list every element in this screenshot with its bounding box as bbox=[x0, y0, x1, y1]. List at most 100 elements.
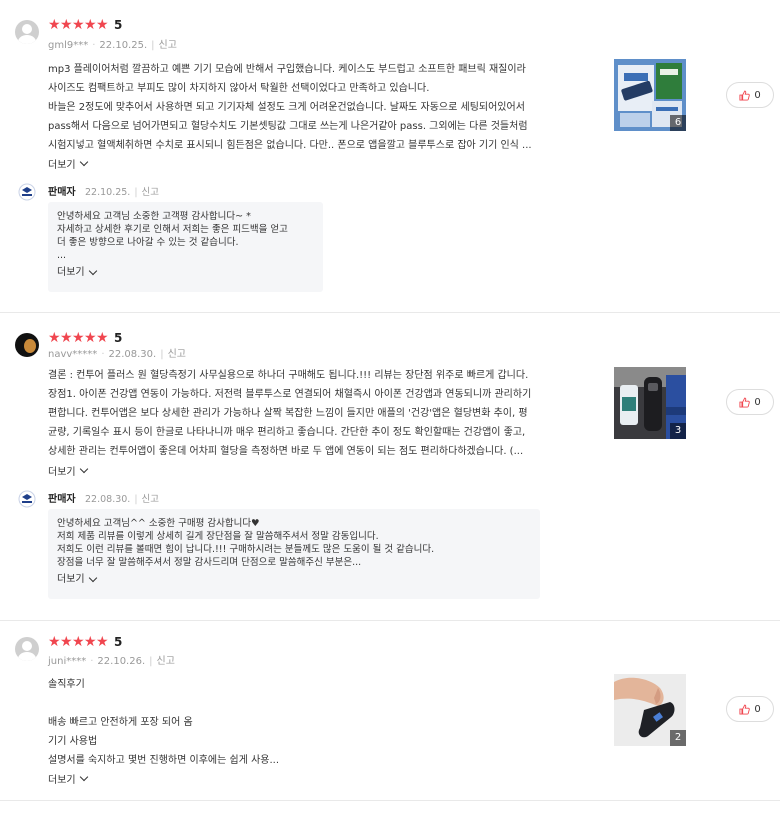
star-rating: ★ ★ ★ ★ ★ 5 bbox=[48, 17, 122, 33]
star-rating: ★ ★ ★ ★ ★ 5 bbox=[48, 330, 122, 346]
report-link[interactable]: 신고 bbox=[142, 187, 159, 198]
seller-reply-line: 저희 제품 리뷰를 이렇게 상세히 길게 장단점을 잘 말씀해주셔서 정말 감동… bbox=[57, 531, 379, 542]
review-item: ★ ★ ★ ★ ★ 5 gml9*** · 22.10.25. | 신고 mp3 플레이어처럼 … bbox=[0, 0, 780, 313]
star-icon: ★ bbox=[72, 634, 85, 650]
chevron-down-icon bbox=[88, 573, 97, 582]
star-icon: ★ bbox=[48, 330, 61, 346]
star-icon: ★ bbox=[84, 634, 97, 650]
seller-reply-line: 더 좋은 방향으로 나아갈 수 있는 것 같습니다. bbox=[57, 237, 239, 248]
review-text-line: 장점1. 아이폰 건강앱 연동이 가능하다. 저전력 블루투스로 연결되어 채혈… bbox=[48, 389, 532, 400]
report-link[interactable]: 신고 bbox=[159, 40, 177, 51]
review-text-line: 설명서를 숙지하고 몇번 진행하면 이후에는 쉽게 사용... bbox=[48, 755, 280, 766]
chevron-down-icon bbox=[79, 772, 88, 781]
star-icon: ★ bbox=[96, 634, 109, 650]
review-text-line: 솔직후기 bbox=[48, 679, 85, 690]
more-label: 더보기 bbox=[48, 775, 76, 786]
photo-count: 6 bbox=[670, 115, 686, 131]
more-label: 더보기 bbox=[57, 574, 85, 585]
seller-reply-date: 22.08.30. bbox=[85, 494, 131, 505]
more-label: 더보기 bbox=[48, 467, 76, 478]
seller-reply-line: 자세하고 상세한 후기로 인해서 저희는 좋은 피드백을 얻고 bbox=[57, 224, 288, 235]
seller-reply-meta: 22.08.30. | 신고 bbox=[85, 494, 160, 505]
review-text-line bbox=[48, 694, 593, 713]
reviewer-id: gml9*** bbox=[48, 40, 89, 51]
star-icon: ★ bbox=[84, 330, 97, 346]
report-link[interactable]: 신고 bbox=[142, 494, 159, 505]
review-text-line: 바늘은 2정도에 맞추어서 사용하면 되고 기기자체 설정도 크게 어려운건없습… bbox=[48, 102, 525, 113]
review-text-line: 상세한 관리는 컨투어앱이 좋은데 어차피 혈당을 측정하면 바로 두 앱에 연… bbox=[48, 446, 524, 457]
review-item: ★ ★ ★ ★ ★ 5 navv***** · 22.08.30. | 신고 결론 : 컨투어 … bbox=[0, 313, 780, 621]
avatar bbox=[15, 333, 39, 357]
seller-reply-line: 장점을 너무 잘 말씀해주셔서 정말 감사드리며 단점으로 말씀해주신 부분은.… bbox=[57, 557, 362, 568]
star-icon: ★ bbox=[72, 330, 85, 346]
chevron-down-icon bbox=[79, 157, 88, 166]
seller-logo-icon bbox=[18, 183, 36, 201]
seller-reply-line: 저희도 이런 리뷰를 볼때면 힘이 납니다.!!! 구매하시려는 분들께도 많은… bbox=[57, 544, 435, 555]
seller-reply-meta: 22.10.25. | 신고 bbox=[85, 187, 160, 198]
like-count: 0 bbox=[754, 703, 761, 715]
avatar bbox=[15, 20, 39, 44]
review-text-line: 시험지넣고 혈액체취하면 수치로 표시되니 힘든점은 없습니다. 다만.. 폰으… bbox=[48, 140, 532, 151]
seller-reply-line: ... bbox=[57, 250, 67, 261]
review-content: mp3 플레이어처럼 깔끔하고 예쁜 기기 모습에 반해서 구입했습니다. 케이… bbox=[48, 60, 593, 155]
photo-count: 2 bbox=[670, 730, 686, 746]
review-date: 22.10.26. bbox=[97, 656, 146, 667]
avatar bbox=[15, 637, 39, 661]
star-icon: ★ bbox=[96, 330, 109, 346]
review-text-line: 사이즈도 컴팩트하고 부피도 많이 차지하지 않아서 탁월한 선택이었다고 만족… bbox=[48, 83, 430, 94]
seller-reply-line: 안녕하세요 고객님^^ 소중한 구매평 감사합니다♥ bbox=[57, 518, 260, 529]
seller-name: 판매자 bbox=[48, 494, 76, 505]
like-button[interactable]: 0 bbox=[726, 389, 774, 415]
review-text-line: 결론 : 컨투어 플러스 원 혈당측정기 사무실용으로 하나더 구매해도 됩니다… bbox=[48, 370, 529, 381]
star-icon: ★ bbox=[84, 17, 97, 33]
star-rating: ★ ★ ★ ★ ★ 5 bbox=[48, 634, 122, 650]
star-icon: ★ bbox=[48, 634, 61, 650]
review-meta: juni**** · 22.10.26. | 신고 bbox=[48, 656, 175, 667]
review-text-line: 배송 빠르고 안전하게 포장 되어 옴 bbox=[48, 717, 193, 728]
like-count: 0 bbox=[754, 89, 761, 101]
review-photo[interactable]: 3 bbox=[614, 367, 686, 439]
star-icon: ★ bbox=[72, 17, 85, 33]
like-button[interactable]: 0 bbox=[726, 82, 774, 108]
review-content: 솔직후기 배송 빠르고 안전하게 포장 되어 옴 기기 사용법 설명서를 숙지하… bbox=[48, 675, 593, 770]
review-photo[interactable]: 2 bbox=[614, 674, 686, 746]
review-meta: gml9*** · 22.10.25. | 신고 bbox=[48, 40, 177, 51]
star-icon: ★ bbox=[96, 17, 109, 33]
star-icon: ★ bbox=[48, 17, 61, 33]
review-date: 22.08.30. bbox=[108, 349, 157, 360]
seller-logo-icon bbox=[18, 490, 36, 508]
rating-score: 5 bbox=[114, 331, 123, 345]
seller-reply-box: 안녕하세요 고객님 소중한 고객평 감사합니다~ * 자세하고 상세한 후기로 … bbox=[48, 202, 323, 292]
thumbs-up-icon bbox=[739, 704, 751, 715]
review-content: 결론 : 컨투어 플러스 원 혈당측정기 사무실용으로 하나더 구매해도 됩니다… bbox=[48, 366, 593, 461]
seller-reply-date: 22.10.25. bbox=[85, 187, 131, 198]
like-button[interactable]: 0 bbox=[726, 696, 774, 722]
review-photo[interactable]: 6 bbox=[614, 59, 686, 131]
more-button[interactable]: 더보기 bbox=[57, 573, 531, 586]
chevron-down-icon bbox=[88, 266, 97, 275]
chevron-down-icon bbox=[79, 464, 88, 473]
review-text-line: 기기 사용법 bbox=[48, 736, 98, 747]
review-item: ★ ★ ★ ★ ★ 5 juni**** · 22.10.26. | 신고 솔직후기 배송 빠르… bbox=[0, 621, 780, 801]
report-link[interactable]: 신고 bbox=[168, 349, 186, 360]
photo-count: 3 bbox=[670, 423, 686, 439]
report-link[interactable]: 신고 bbox=[157, 656, 175, 667]
more-label: 더보기 bbox=[48, 160, 76, 171]
review-text-line: pass해서 다음으로 넘어가면되고 혈당수치도 기본셋팅값 그대로 쓰는게 나… bbox=[48, 121, 528, 132]
more-button[interactable]: 더보기 bbox=[48, 463, 88, 478]
star-icon: ★ bbox=[60, 330, 73, 346]
reviewer-id: juni**** bbox=[48, 656, 87, 667]
review-text-line: mp3 플레이어처럼 깔끔하고 예쁜 기기 모습에 반해서 구입했습니다. 케이… bbox=[48, 64, 526, 75]
like-count: 0 bbox=[754, 396, 761, 408]
review-text-line: 편합니다. 컨투어앱은 보다 상세한 관리가 가능하나 살짝 복잡한 느낌이 들… bbox=[48, 408, 528, 419]
more-button[interactable]: 더보기 bbox=[57, 266, 314, 279]
thumbs-up-icon bbox=[739, 397, 751, 408]
rating-score: 5 bbox=[114, 635, 123, 649]
more-button[interactable]: 더보기 bbox=[48, 156, 88, 171]
review-date: 22.10.25. bbox=[99, 40, 148, 51]
seller-reply-box: 안녕하세요 고객님^^ 소중한 구매평 감사합니다♥ 저희 제품 리뷰를 이렇게… bbox=[48, 509, 540, 599]
star-icon: ★ bbox=[60, 17, 73, 33]
thumbs-up-icon bbox=[739, 90, 751, 101]
more-button[interactable]: 더보기 bbox=[48, 771, 88, 786]
more-label: 더보기 bbox=[57, 267, 85, 278]
